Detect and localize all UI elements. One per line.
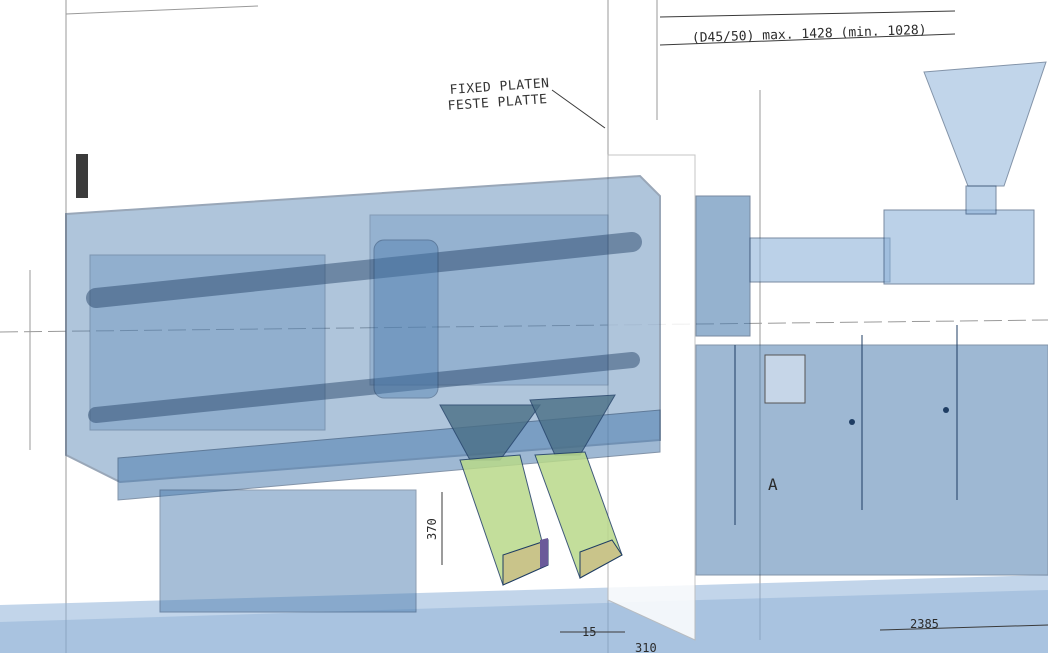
injection-base-cabinet (695, 344, 1048, 576)
injection-barrel (749, 237, 891, 283)
base-height-dimension: 370 (425, 518, 439, 540)
overall-length-dimension: 2385 (910, 617, 939, 631)
section-marker-label: A (768, 475, 778, 494)
chute-edge (540, 538, 548, 568)
offset-small-dimension: 15 (582, 625, 596, 639)
control-plate (764, 354, 806, 404)
cabinet-lock (849, 419, 855, 425)
control-box (159, 489, 417, 613)
offset-partial-dimension: 310 (635, 641, 657, 653)
injection-housing (883, 209, 1035, 285)
hopper (923, 61, 1047, 187)
hopper-neck (965, 185, 997, 215)
signal-tower (76, 154, 88, 198)
cabinet-lock (943, 407, 949, 413)
nozzle-plate (695, 195, 751, 337)
injection-unit (695, 61, 1048, 576)
machine-assembly-drawing: FIXED PLATEN FESTE PLATTE (D45/50) max. … (0, 0, 1048, 653)
guard-door (373, 239, 439, 399)
nozzle-travel-dimension: (D45/50) max. 1428 (min. 1028) (692, 23, 927, 46)
